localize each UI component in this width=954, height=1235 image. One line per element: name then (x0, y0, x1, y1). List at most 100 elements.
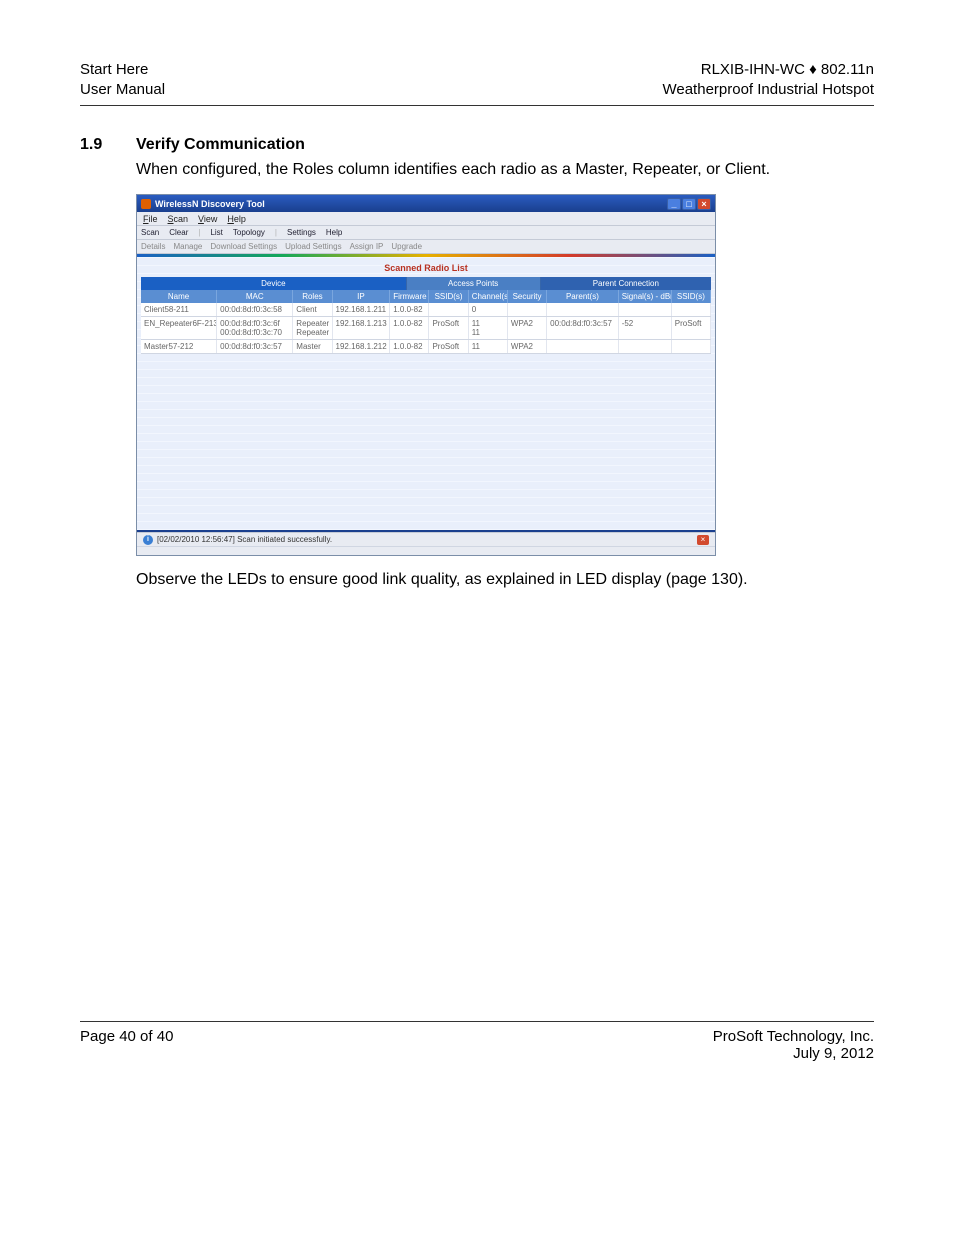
col-ip[interactable]: IP (333, 290, 391, 303)
toolbar-1: Scan Clear | List Topology | Settings He… (137, 226, 715, 240)
cell-sig (619, 303, 672, 316)
group-device: Device (141, 277, 407, 290)
menu-view[interactable]: View (198, 214, 217, 224)
close-button[interactable]: × (697, 198, 711, 210)
maximize-button[interactable]: □ (682, 198, 696, 210)
col-signal[interactable]: Signal(s) - dBm (619, 290, 672, 303)
table-row[interactable]: EN_Repeater6F-21300:0d:8d:f0:3c:6f 00:0d… (141, 317, 711, 340)
cell-roles: Master (293, 340, 332, 353)
col-pssid[interactable]: SSID(s) (672, 290, 711, 303)
header-right-1: RLXIB-IHN-WC ♦ 802.11n (662, 60, 874, 80)
cell-chan: 11 (469, 340, 508, 353)
separator-icon: | (198, 228, 200, 237)
cell-fw: 1.0.0-82 (390, 303, 429, 316)
tb-manage[interactable]: Manage (173, 242, 202, 251)
cell-name: EN_Repeater6F-213 (141, 317, 217, 339)
menu-bar: File Scan View Help (137, 212, 715, 226)
menu-scan[interactable]: Scan (168, 214, 189, 224)
status-close-icon[interactable]: × (697, 535, 709, 545)
cell-parent (547, 303, 619, 316)
tb-download[interactable]: Download Settings (210, 242, 277, 251)
cell-roles: Client (293, 303, 332, 316)
status-bar: i [02/02/2010 12:56:47] Scan initiated s… (137, 532, 715, 546)
cell-sec (508, 303, 547, 316)
document-header: Start Here User Manual RLXIB-IHN-WC ♦ 80… (80, 60, 874, 106)
col-firmware[interactable]: Firmware (390, 290, 429, 303)
group-parent-connection: Parent Connection (541, 277, 711, 290)
tb-topology[interactable]: Topology (233, 228, 265, 237)
col-ssid[interactable]: SSID(s) (429, 290, 468, 303)
cell-ip: 192.168.1.212 (333, 340, 391, 353)
cell-ssid (429, 303, 468, 316)
col-parent[interactable]: Parent(s) (547, 290, 619, 303)
cell-fw: 1.0.0-82 (390, 340, 429, 353)
footer-left: Page 40 of 40 (80, 1028, 173, 1062)
cell-ip: 192.168.1.211 (333, 303, 391, 316)
app-icon (141, 199, 151, 209)
minimize-button[interactable]: _ (667, 198, 681, 210)
tb-clear[interactable]: Clear (169, 228, 188, 237)
cell-pssid (672, 303, 711, 316)
tb-list[interactable]: List (210, 228, 222, 237)
cell-parent (547, 340, 619, 353)
column-headers: Name MAC Roles IP Firmware SSID(s) Chann… (141, 290, 711, 303)
col-roles[interactable]: Roles (293, 290, 332, 303)
cell-mac: 00:0d:8d:f0:3c:6f 00:0d:8d:f0:3c:70 (217, 317, 293, 339)
cell-fw: 1.0.0-82 (390, 317, 429, 339)
cell-ssid: ProSoft (429, 317, 468, 339)
cell-roles: Repeater Repeater (293, 317, 332, 339)
table-body: Client58-21100:0d:8d:f0:3c:58Client192.1… (141, 303, 711, 354)
cell-parent: 00:0d:8d:f0:3c:57 (547, 317, 619, 339)
cell-name: Master57-212 (141, 340, 217, 353)
cell-pssid (672, 340, 711, 353)
toolbar-2: Details Manage Download Settings Upload … (137, 240, 715, 254)
cell-chan: 11 11 (469, 317, 508, 339)
cell-sig (619, 340, 672, 353)
cell-name: Client58-211 (141, 303, 217, 316)
table-empty-area (141, 354, 711, 526)
menu-file[interactable]: File (143, 214, 158, 224)
title-bar[interactable]: WirelessN Discovery Tool _ □ × (137, 195, 715, 212)
header-left-1: Start Here (80, 60, 165, 80)
col-security[interactable]: Security (508, 290, 547, 303)
tb-upload[interactable]: Upload Settings (285, 242, 341, 251)
cell-sig: -52 (619, 317, 672, 339)
cell-ssid: ProSoft (429, 340, 468, 353)
paragraph-2: Observe the LEDs to ensure good link qua… (136, 570, 836, 591)
cell-chan: 0 (469, 303, 508, 316)
tb-details[interactable]: Details (141, 242, 165, 251)
table-row[interactable]: Client58-21100:0d:8d:f0:3c:58Client192.1… (141, 303, 711, 317)
col-mac[interactable]: MAC (217, 290, 293, 303)
col-name[interactable]: Name (141, 290, 217, 303)
paragraph-1: When configured, the Roles column identi… (136, 160, 836, 181)
cell-mac: 00:0d:8d:f0:3c:58 (217, 303, 293, 316)
cell-ip: 192.168.1.213 (333, 317, 391, 339)
section-title: Verify Communication (136, 136, 305, 154)
document-footer: Page 40 of 40 ProSoft Technology, Inc. J… (80, 1021, 874, 1062)
tb-settings[interactable]: Settings (287, 228, 316, 237)
tb-upgrade[interactable]: Upgrade (391, 242, 422, 251)
separator-icon: | (275, 228, 277, 237)
col-channel[interactable]: Channel(s) (469, 290, 508, 303)
window-title: WirelessN Discovery Tool (155, 199, 265, 209)
app-window: WirelessN Discovery Tool _ □ × File Scan… (136, 194, 716, 556)
tb-help[interactable]: Help (326, 228, 342, 237)
cell-sec: WPA2 (508, 317, 547, 339)
menu-help[interactable]: Help (227, 214, 246, 224)
cell-sec: WPA2 (508, 340, 547, 353)
tb-assign-ip[interactable]: Assign IP (350, 242, 384, 251)
footer-right-1: ProSoft Technology, Inc. (713, 1028, 874, 1045)
group-headers: Device Access Points Parent Connection (141, 277, 711, 290)
tb-scan[interactable]: Scan (141, 228, 159, 237)
info-icon: i (143, 535, 153, 545)
cell-mac: 00:0d:8d:f0:3c:57 (217, 340, 293, 353)
header-right-2: Weatherproof Industrial Hotspot (662, 80, 874, 100)
scanned-radio-list-title: Scanned Radio List (141, 263, 711, 273)
footer-right-2: July 9, 2012 (713, 1045, 874, 1062)
table-row[interactable]: Master57-21200:0d:8d:f0:3c:57Master192.1… (141, 340, 711, 354)
group-access-points: Access Points (407, 277, 541, 290)
cell-pssid: ProSoft (672, 317, 711, 339)
resize-grip[interactable] (137, 546, 715, 555)
section-number: 1.9 (80, 136, 118, 154)
status-text: [02/02/2010 12:56:47] Scan initiated suc… (157, 535, 332, 544)
